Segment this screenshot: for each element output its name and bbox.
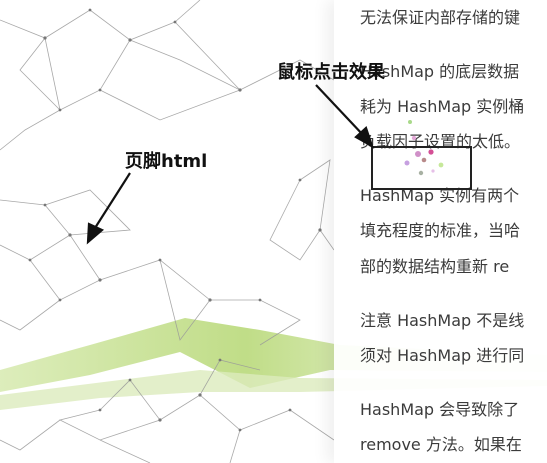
article-line: 部的数据结构重新 re (360, 257, 510, 276)
article-line: 注意 HashMap 不是线 (360, 311, 525, 330)
annotation-footer: 页脚html (125, 151, 208, 172)
article-line: remove 方法。如果在 (360, 435, 522, 454)
article-line: 须对 HashMap 进行同 (360, 346, 525, 365)
article-line: HashMap 会导致除了 (360, 400, 520, 419)
article-line: 耗为 HashMap 实例桶 (360, 97, 525, 116)
article-line: 无法保证内部存储的键 (360, 8, 521, 27)
click-particles-icon (404, 120, 444, 176)
article-line: 填充程度的标准，当哈 (360, 221, 521, 240)
annotation-mouse-click: 鼠标点击效果 (277, 62, 385, 83)
